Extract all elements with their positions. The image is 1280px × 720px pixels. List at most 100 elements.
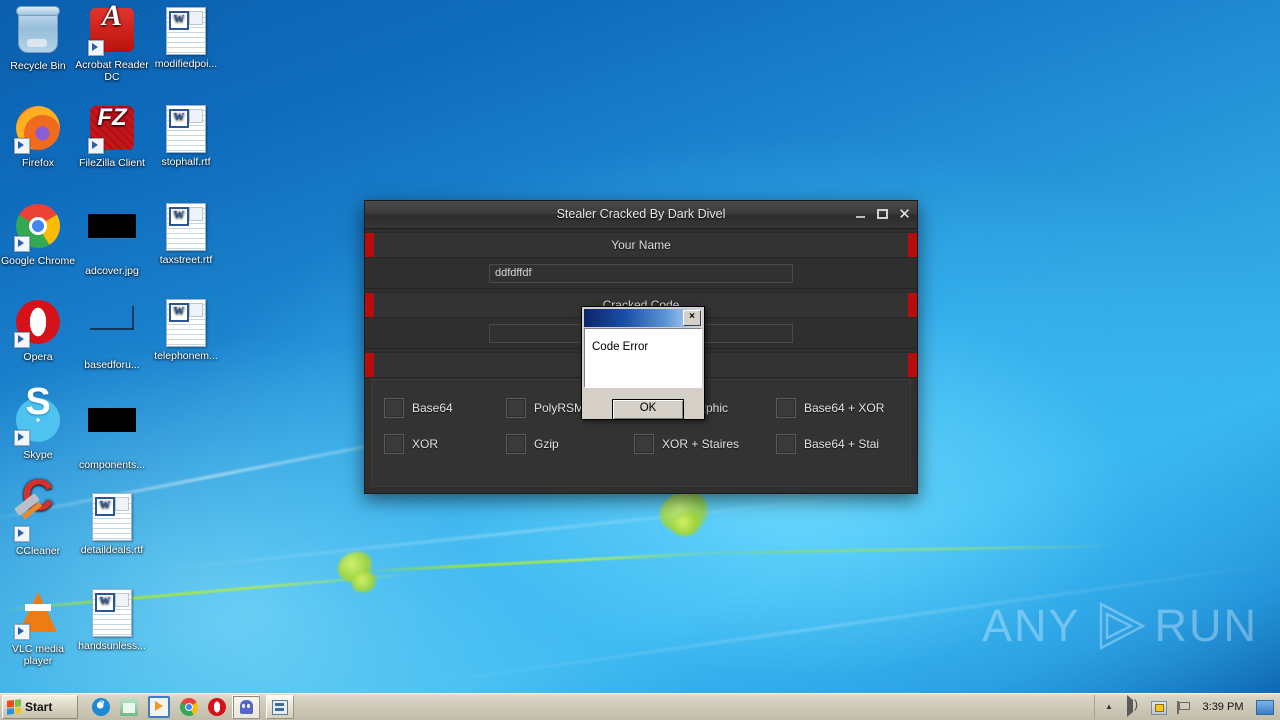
desktop-icon-label: components... — [79, 459, 145, 471]
start-button-label: Start — [25, 700, 53, 714]
desktop-icon-label: taxstreet.rtf — [159, 254, 213, 266]
checkbox-base64-xor[interactable]: Base64 + XOR — [776, 398, 916, 418]
desktop-icon-label: detaildeals.rtf — [80, 544, 144, 556]
checkbox-box[interactable] — [776, 398, 796, 418]
checkbox-xor[interactable]: XOR — [384, 434, 506, 454]
word-document-icon — [162, 299, 210, 347]
firefox-icon — [14, 106, 62, 154]
accent-cap-left — [365, 353, 374, 377]
close-icon[interactable]: ✕ — [898, 207, 911, 222]
shortcut-arrow-icon — [14, 332, 30, 348]
desktop-icon-handsunless[interactable]: handsunless... — [74, 588, 150, 652]
desktop-icon-label: Firefox — [21, 157, 55, 169]
checkbox-box[interactable] — [384, 434, 404, 454]
opera-icon[interactable] — [208, 698, 226, 716]
desktop-icon-modifiedpoi[interactable]: modifiedpoi... — [148, 6, 224, 70]
code-error-dialog[interactable]: × Code Error OK — [581, 306, 705, 420]
google-chrome-icon[interactable] — [180, 698, 198, 716]
shortcut-arrow-icon — [14, 430, 30, 446]
taskbar-task-stealer-app[interactable] — [232, 695, 260, 719]
shortcut-arrow-icon — [14, 138, 30, 154]
desktop-icon-detaildeals-rtf[interactable]: detaildeals.rtf — [74, 492, 150, 556]
dialog-ok-button[interactable]: OK — [612, 399, 684, 420]
start-button[interactable]: Start — [2, 695, 78, 719]
desktop-icon-adcover-jpg[interactable]: adcover.jpg — [74, 202, 150, 277]
checkbox-gzip[interactable]: Gzip — [506, 434, 634, 454]
checkbox-box[interactable] — [634, 434, 654, 454]
desktop-icon-skype[interactable]: Skype — [0, 396, 76, 461]
checkbox-base64-staires[interactable]: Base64 + Stai — [776, 434, 916, 454]
desktop-icon-label: CCleaner — [15, 545, 61, 557]
desktop-icon-label: Recycle Bin — [10, 60, 66, 72]
accent-cap-right — [908, 233, 917, 257]
windows-media-player-icon[interactable] — [148, 696, 170, 718]
checkbox-box[interactable] — [776, 434, 796, 454]
app-title-bar[interactable]: Stealer Cracked By Dark Divel ✕ — [365, 201, 917, 229]
desktop-icon-label: modifiedpoi... — [154, 58, 218, 70]
watermark-text-left: ANY — [981, 600, 1081, 651]
accent-cap-right — [908, 353, 917, 377]
checkbox-label: Base64 + Stai — [804, 437, 880, 451]
checkbox-xor-staires[interactable]: XOR + Staires — [634, 434, 776, 454]
your-name-input[interactable] — [489, 263, 793, 283]
taskbar: Start 3:39 PM — [0, 693, 1280, 720]
word-document-icon — [88, 589, 136, 637]
desktop-icon-label: Opera — [23, 351, 53, 363]
volume-icon[interactable] — [1127, 694, 1142, 717]
desktop-icon-acrobat-reader-dc[interactable]: Acrobat Reader DC — [74, 6, 150, 83]
checkbox-box[interactable] — [506, 398, 526, 418]
shortcut-arrow-icon — [88, 138, 104, 154]
desktop-icon-vlc-media-player[interactable]: VLC media player — [0, 588, 76, 667]
desktop-icon-google-chrome[interactable]: Google Chrome — [0, 202, 76, 267]
checkbox-label: Base64 — [412, 401, 453, 415]
desktop-icon-telephonem[interactable]: telephonem... — [148, 298, 224, 362]
clock[interactable]: 3:39 PM — [1199, 701, 1247, 713]
checkbox-box[interactable] — [506, 434, 526, 454]
dialog-title-bar[interactable]: × — [584, 309, 702, 327]
word-document-icon — [162, 203, 210, 251]
desktop-icon-recycle-bin[interactable]: Recycle Bin — [0, 6, 76, 72]
recycle-bin-icon — [14, 6, 62, 57]
vlc-icon — [14, 592, 62, 640]
shortcut-arrow-icon — [14, 526, 30, 542]
dialog-close-icon[interactable]: × — [683, 310, 701, 326]
desktop-icon-grid: Recycle Bin Acrobat Reader DC modifiedpo… — [0, 0, 240, 694]
dialog-message: Code Error — [592, 341, 649, 353]
internet-explorer-icon[interactable] — [92, 695, 110, 716]
shortcut-arrow-icon — [14, 624, 30, 640]
shortcut-arrow-icon — [14, 236, 30, 252]
opera-icon — [14, 300, 62, 348]
show-hidden-icons-icon[interactable] — [1103, 700, 1118, 715]
desktop-icon-components[interactable]: components... — [74, 396, 150, 471]
accent-cap-right — [908, 293, 917, 317]
checkbox-label: PolyRSM — [534, 401, 585, 415]
minimize-icon[interactable] — [854, 208, 867, 221]
network-warning-icon[interactable] — [1151, 701, 1167, 715]
checkbox-box[interactable] — [384, 398, 404, 418]
desktop-icon-taxstreet-rtf[interactable]: taxstreet.rtf — [148, 202, 224, 266]
skype-icon — [14, 396, 62, 446]
maximize-icon[interactable] — [876, 208, 889, 221]
desktop-icon-firefox[interactable]: Firefox — [0, 104, 76, 169]
desktop-icon-label: adcover.jpg — [85, 265, 139, 277]
wallpaper-stem — [700, 544, 1120, 555]
wallpaper-leaf — [352, 572, 376, 592]
window-controls: ✕ — [854, 201, 911, 228]
windows-explorer-icon[interactable] — [120, 698, 138, 716]
desktop-icon-stophalf-rtf[interactable]: stophalf.rtf — [148, 104, 224, 168]
desktop-icon-label: handsunless... — [78, 640, 146, 652]
action-center-flag-icon[interactable] — [1176, 701, 1190, 714]
wallpaper-stem — [360, 550, 740, 573]
accent-cap-left — [365, 293, 374, 317]
desktop-icon-opera[interactable]: Opera — [0, 298, 76, 363]
taskbar-task-document[interactable] — [266, 695, 294, 719]
wallpaper-glow-line — [151, 490, 909, 572]
desktop-icon-filezilla-client[interactable]: FileZilla Client — [74, 104, 150, 169]
ccleaner-icon — [14, 490, 62, 542]
show-desktop-button[interactable] — [1256, 699, 1274, 715]
desktop-icon-basedforu[interactable]: basedforu... — [74, 298, 150, 371]
desktop-icon-label: stophalf.rtf — [161, 156, 211, 168]
checkbox-base64[interactable]: Base64 — [384, 398, 506, 418]
windows-flag-icon — [7, 699, 21, 715]
desktop-icon-ccleaner[interactable]: CCleaner — [0, 490, 76, 557]
